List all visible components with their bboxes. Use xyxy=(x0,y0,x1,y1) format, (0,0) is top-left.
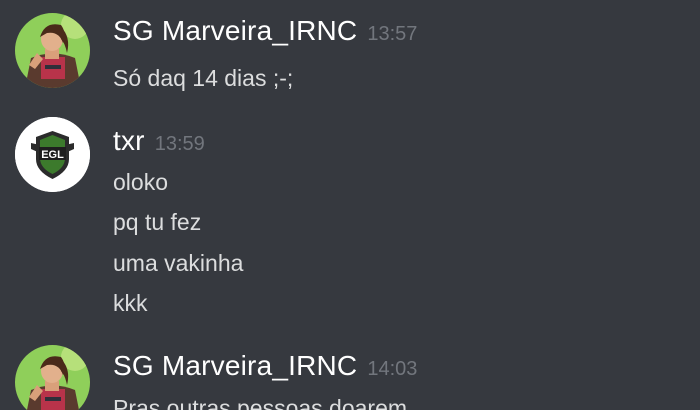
username[interactable]: SG Marveira_IRNC xyxy=(113,15,357,46)
message-text: Só daq 14 dias ;-; xyxy=(113,65,294,91)
message-text: Pras outras pessoas doarem xyxy=(113,395,408,410)
avatar[interactable] xyxy=(15,345,90,410)
timestamp: 13:57 xyxy=(367,23,418,45)
character-avatar-icon xyxy=(15,13,90,88)
message-header: SG Marveira_IRNC 13:57 xyxy=(113,15,417,47)
chat-message-list: SG Marveira_IRNC 13:57 Só daq 14 dias ;-;… xyxy=(0,0,700,410)
message-header: SG Marveira_IRNC 14:03 xyxy=(113,350,417,382)
message-text: uma vakinha xyxy=(113,250,244,276)
username[interactable]: SG Marveira_IRNC xyxy=(113,350,357,381)
message-text: oloko xyxy=(113,169,168,195)
egl-shield-logo-icon: EGL xyxy=(15,117,90,192)
message-text: kkk xyxy=(113,290,148,316)
message-header: txr 13:59 xyxy=(113,125,205,157)
timestamp: 14:03 xyxy=(367,358,418,380)
message-text: pq tu fez xyxy=(113,209,202,235)
username[interactable]: txr xyxy=(113,125,145,156)
character-avatar-icon xyxy=(15,345,90,410)
logo-text: EGL xyxy=(41,149,64,161)
avatar[interactable] xyxy=(15,13,90,88)
avatar[interactable]: EGL xyxy=(15,117,90,192)
timestamp: 13:59 xyxy=(154,133,205,155)
